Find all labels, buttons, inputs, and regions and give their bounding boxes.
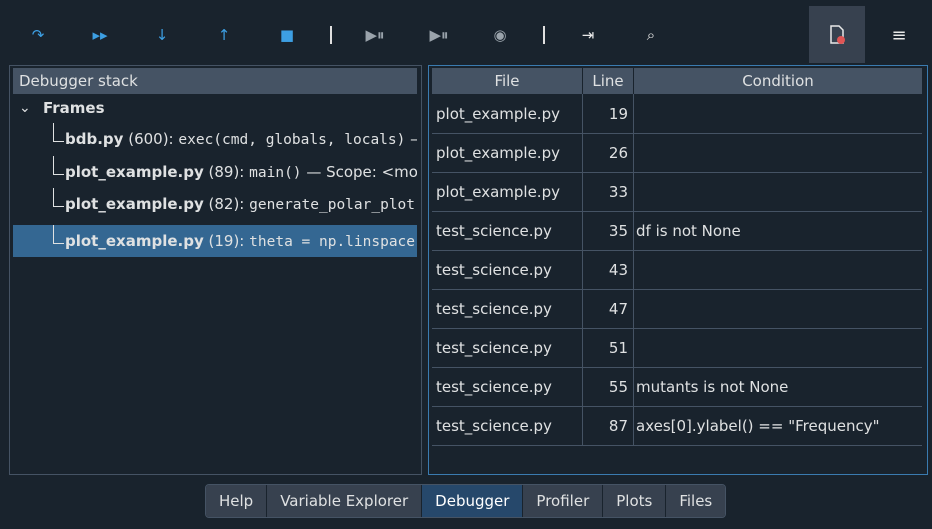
step-return-icon[interactable]: ↑ [209,22,239,48]
search-icon[interactable]: ⌕ [636,22,666,48]
toolbar-separator [330,26,332,44]
tree-branch [53,123,65,155]
breakpoints-header: File Line Condition [432,68,922,94]
table-row[interactable]: test_science.py 35 df is not None [432,212,922,251]
step-into-icon[interactable]: ↓ [147,22,177,48]
stop-icon[interactable]: ■ [272,22,302,48]
debug-cell-icon[interactable]: ▶⏸ [360,22,390,48]
tab-debugger[interactable]: Debugger [422,485,524,517]
stack-header: Debugger stack [13,68,417,94]
frames-root[interactable]: ⌄ Frames [13,92,417,124]
table-row[interactable]: plot_example.py 26 [432,134,922,173]
pane-tab-bar: Help Variable Explorer Debugger Profiler… [205,484,727,518]
breakpoints-pane: File Line Condition plot_example.py 19 pl… [428,65,928,475]
step-over-icon[interactable]: ↷ [23,22,53,48]
table-row[interactable]: plot_example.py 19 [432,95,922,134]
table-row[interactable]: plot_example.py 33 [432,173,922,212]
table-row[interactable]: test_science.py 51 [432,329,922,368]
stack-frame[interactable]: plot_example.py (82): generate_polar_plo… [13,188,417,220]
column-header-file[interactable]: File [432,68,583,94]
tree-branch [53,156,65,188]
column-header-condition[interactable]: Condition [634,68,922,94]
table-row[interactable]: test_science.py 47 [432,290,922,329]
stack-frame-selected[interactable]: plot_example.py (19): theta = np.linspac… [13,225,417,257]
debug-selection-icon[interactable]: ▶⏸ [424,22,454,48]
tree-branch [53,188,65,220]
stack-frame[interactable]: bdb.py (600): exec(cmd, globals, locals)… [13,123,417,155]
continue-icon[interactable]: ▸▸ [85,22,115,48]
hamburger-menu-icon[interactable]: ≡ [884,22,914,48]
column-header-line[interactable]: Line [583,68,634,94]
chevron-down-icon[interactable]: ⌄ [19,92,31,124]
enter-debug-icon[interactable]: ⇥ [573,22,603,48]
stack-frame[interactable]: plot_example.py (89): main() — Scope: <m… [13,156,417,188]
breakpoint-file-icon[interactable] [809,6,865,63]
tab-files[interactable]: Files [666,485,726,517]
tab-variable-explorer[interactable]: Variable Explorer [267,485,423,517]
tab-plots[interactable]: Plots [603,485,667,517]
table-row[interactable]: test_science.py 43 [432,251,922,290]
tab-help[interactable]: Help [206,485,268,517]
inspect-eye-icon[interactable]: ◉ [485,22,515,48]
toolbar-separator [543,26,545,44]
table-row[interactable]: test_science.py 87 axes[0].ylabel() == "Fr… [432,407,922,446]
tab-profiler[interactable]: Profiler [523,485,604,517]
table-row[interactable]: test_science.py 55 mutants is not None [432,368,922,407]
tree-branch [53,225,65,257]
debugger-stack-pane: Debugger stack ⌄ Frames bdb.py (600): ex… [9,65,422,475]
debugger-toolbar: ↷ ▸▸ ↓ ↑ ■ ▶⏸ ▶⏸ ◉ ⇥ ⌕ ≡ [0,0,932,66]
